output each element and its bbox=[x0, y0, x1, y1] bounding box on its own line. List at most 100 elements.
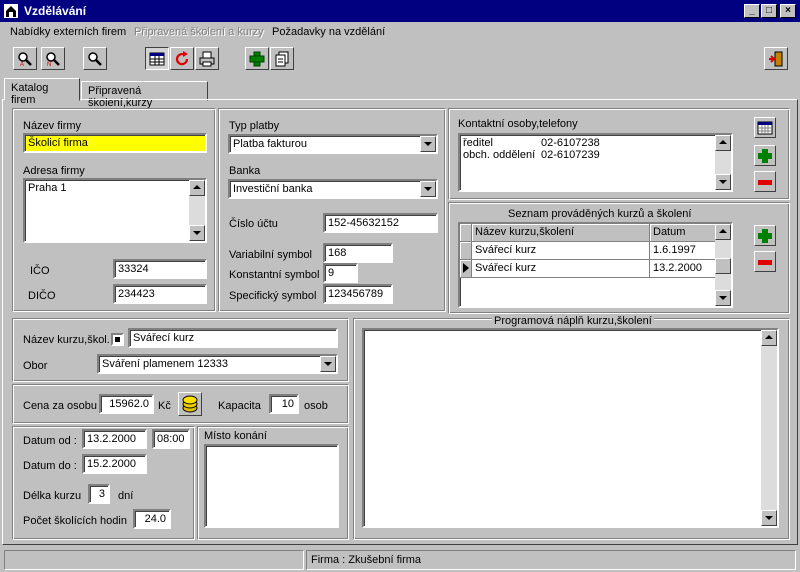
scroll-up-icon[interactable] bbox=[189, 180, 205, 196]
scroll-up-icon[interactable] bbox=[715, 135, 731, 151]
add-record-button[interactable] bbox=[245, 47, 269, 70]
date-from-label: Datum od : bbox=[23, 435, 77, 447]
course-name-input[interactable]: Svářecí kurz bbox=[128, 328, 338, 348]
length-unit-label: dní bbox=[118, 490, 134, 502]
minimize-button[interactable]: _ bbox=[744, 4, 760, 18]
course-row-date[interactable]: 1.6.1997 bbox=[650, 242, 716, 260]
constsym-input[interactable]: 9 bbox=[323, 263, 358, 283]
contacts-input[interactable]: ředitel 02-6107238 obch. oddělení 02-610… bbox=[458, 133, 733, 192]
chevron-down-icon[interactable] bbox=[420, 136, 436, 152]
chevron-down-icon[interactable] bbox=[420, 181, 436, 197]
scroll-thumb[interactable] bbox=[715, 258, 731, 274]
scroll-down-icon[interactable] bbox=[715, 290, 731, 306]
ico-input[interactable]: 33324 bbox=[113, 259, 207, 279]
program-scrollbar[interactable] bbox=[761, 330, 777, 526]
row-indicator-current[interactable] bbox=[460, 260, 472, 278]
courses-scrollbar[interactable] bbox=[715, 224, 731, 306]
bank-select[interactable]: Investiční banka bbox=[228, 179, 438, 199]
tab-prepared-courses[interactable]: Připravená školení,kurzy bbox=[81, 81, 208, 109]
status-firm-text: Firma : Zkušební firma bbox=[311, 554, 422, 566]
dico-input[interactable]: 234423 bbox=[113, 284, 207, 304]
contacts-calendar-button[interactable] bbox=[754, 117, 776, 138]
remove-contact-button[interactable] bbox=[754, 171, 776, 192]
course-row-date[interactable]: 13.2.2000 bbox=[650, 260, 716, 278]
hours-input[interactable]: 24.0 bbox=[133, 509, 171, 529]
firm-address-input[interactable]: Praha 1 bbox=[23, 178, 207, 243]
exit-button[interactable] bbox=[764, 47, 788, 70]
calculate-price-button[interactable] bbox=[178, 392, 202, 416]
courses-grid[interactable]: Název kurzu,školení Datum Svářecí kurz 1… bbox=[458, 222, 733, 308]
search-next-button[interactable]: N bbox=[41, 47, 65, 70]
scroll-down-icon[interactable] bbox=[761, 510, 777, 526]
course-row-name[interactable]: Svářecí kurz bbox=[472, 242, 650, 260]
contacts-label: Kontaktní osoby,telefony bbox=[458, 118, 578, 130]
house-icon bbox=[4, 4, 18, 18]
search-first-button[interactable]: A bbox=[13, 47, 37, 70]
length-input[interactable]: 3 bbox=[88, 484, 110, 504]
date-to-input[interactable]: 15.2.2000 bbox=[82, 454, 147, 474]
svg-text:A: A bbox=[20, 62, 24, 67]
contact-row: obch. oddělení 02-6107239 bbox=[463, 149, 728, 161]
contacts-scrollbar[interactable] bbox=[715, 135, 731, 190]
course-name-radio[interactable] bbox=[111, 333, 124, 346]
course-row-name[interactable]: Svářecí kurz bbox=[472, 260, 650, 278]
price-input[interactable]: 15962.0 bbox=[99, 394, 154, 414]
account-input[interactable]: 152-45632152 bbox=[323, 213, 438, 233]
tab-firm-catalog[interactable]: Katalog firem bbox=[4, 78, 80, 106]
payment-type-select[interactable]: Platba fakturou bbox=[228, 134, 438, 154]
exit-door-icon bbox=[769, 51, 783, 67]
search-button[interactable] bbox=[83, 47, 107, 70]
place-input[interactable] bbox=[204, 444, 339, 528]
firm-name-input[interactable]: Školicí firma bbox=[23, 133, 207, 153]
ico-label: IČO bbox=[30, 265, 50, 277]
scroll-up-icon[interactable] bbox=[761, 330, 777, 346]
window-title: Vzdělávání bbox=[24, 4, 87, 18]
time-from-input[interactable]: 08:00 bbox=[152, 429, 190, 449]
plus-icon bbox=[249, 51, 265, 67]
chevron-down-icon[interactable] bbox=[320, 356, 336, 372]
bank-value: Investiční banka bbox=[233, 183, 313, 195]
scroll-up-icon[interactable] bbox=[715, 224, 731, 240]
print-button[interactable] bbox=[195, 47, 219, 70]
menu-education-requirements[interactable]: Požadavky na vzdělání bbox=[272, 26, 385, 38]
field-select[interactable]: Sváření plamenem 12333 bbox=[97, 354, 338, 374]
payment-type-label: Typ platby bbox=[229, 120, 280, 132]
grid-header-date[interactable]: Datum bbox=[650, 224, 716, 242]
table-view-button[interactable] bbox=[145, 47, 169, 70]
menu-external-offers[interactable]: Nabídky externích firem bbox=[10, 26, 126, 38]
add-course-button[interactable] bbox=[754, 225, 776, 246]
add-contact-button[interactable] bbox=[754, 145, 776, 166]
maximize-button[interactable]: □ bbox=[761, 4, 777, 18]
varsym-label: Variabilní symbol bbox=[229, 249, 312, 261]
status-panel-left bbox=[4, 550, 304, 570]
scroll-down-icon[interactable] bbox=[189, 225, 205, 241]
specsym-input[interactable]: 123456789 bbox=[323, 284, 393, 304]
copy-record-button[interactable] bbox=[270, 47, 294, 70]
capacity-input[interactable]: 10 bbox=[269, 394, 299, 414]
firm-address-label: Adresa firmy bbox=[23, 165, 85, 177]
coins-icon bbox=[182, 395, 198, 413]
courses-label: Seznam prováděných kurzů a školení bbox=[508, 208, 692, 220]
remove-course-button[interactable] bbox=[754, 251, 776, 272]
contact-phone: 02-6107238 bbox=[541, 137, 600, 149]
menu-prepared-courses[interactable]: Připravená školení a kurzy bbox=[134, 26, 264, 38]
date-from-input[interactable]: 13.2.2000 bbox=[82, 429, 147, 449]
grid-header-name[interactable]: Název kurzu,školení bbox=[472, 224, 650, 242]
payment-type-value: Platba fakturou bbox=[233, 138, 307, 150]
scroll-down-icon[interactable] bbox=[715, 174, 731, 190]
status-bar: Firma : Zkušební firma bbox=[0, 548, 800, 572]
varsym-input[interactable]: 168 bbox=[323, 243, 393, 263]
refresh-button[interactable] bbox=[170, 47, 194, 70]
close-button[interactable]: × bbox=[780, 4, 796, 18]
address-scrollbar[interactable] bbox=[189, 180, 205, 241]
contact-name: obch. oddělení bbox=[463, 149, 536, 161]
program-input[interactable] bbox=[362, 328, 779, 528]
row-indicator[interactable] bbox=[460, 242, 472, 260]
hours-label: Počet školících hodin bbox=[23, 515, 127, 527]
grid-corner bbox=[460, 224, 472, 242]
account-label: Číslo účtu bbox=[229, 218, 278, 230]
currency-label: Kč bbox=[158, 400, 171, 412]
firm-address-text: Praha 1 bbox=[28, 182, 67, 194]
triangle-right-icon bbox=[463, 263, 469, 273]
printer-icon bbox=[199, 51, 215, 67]
